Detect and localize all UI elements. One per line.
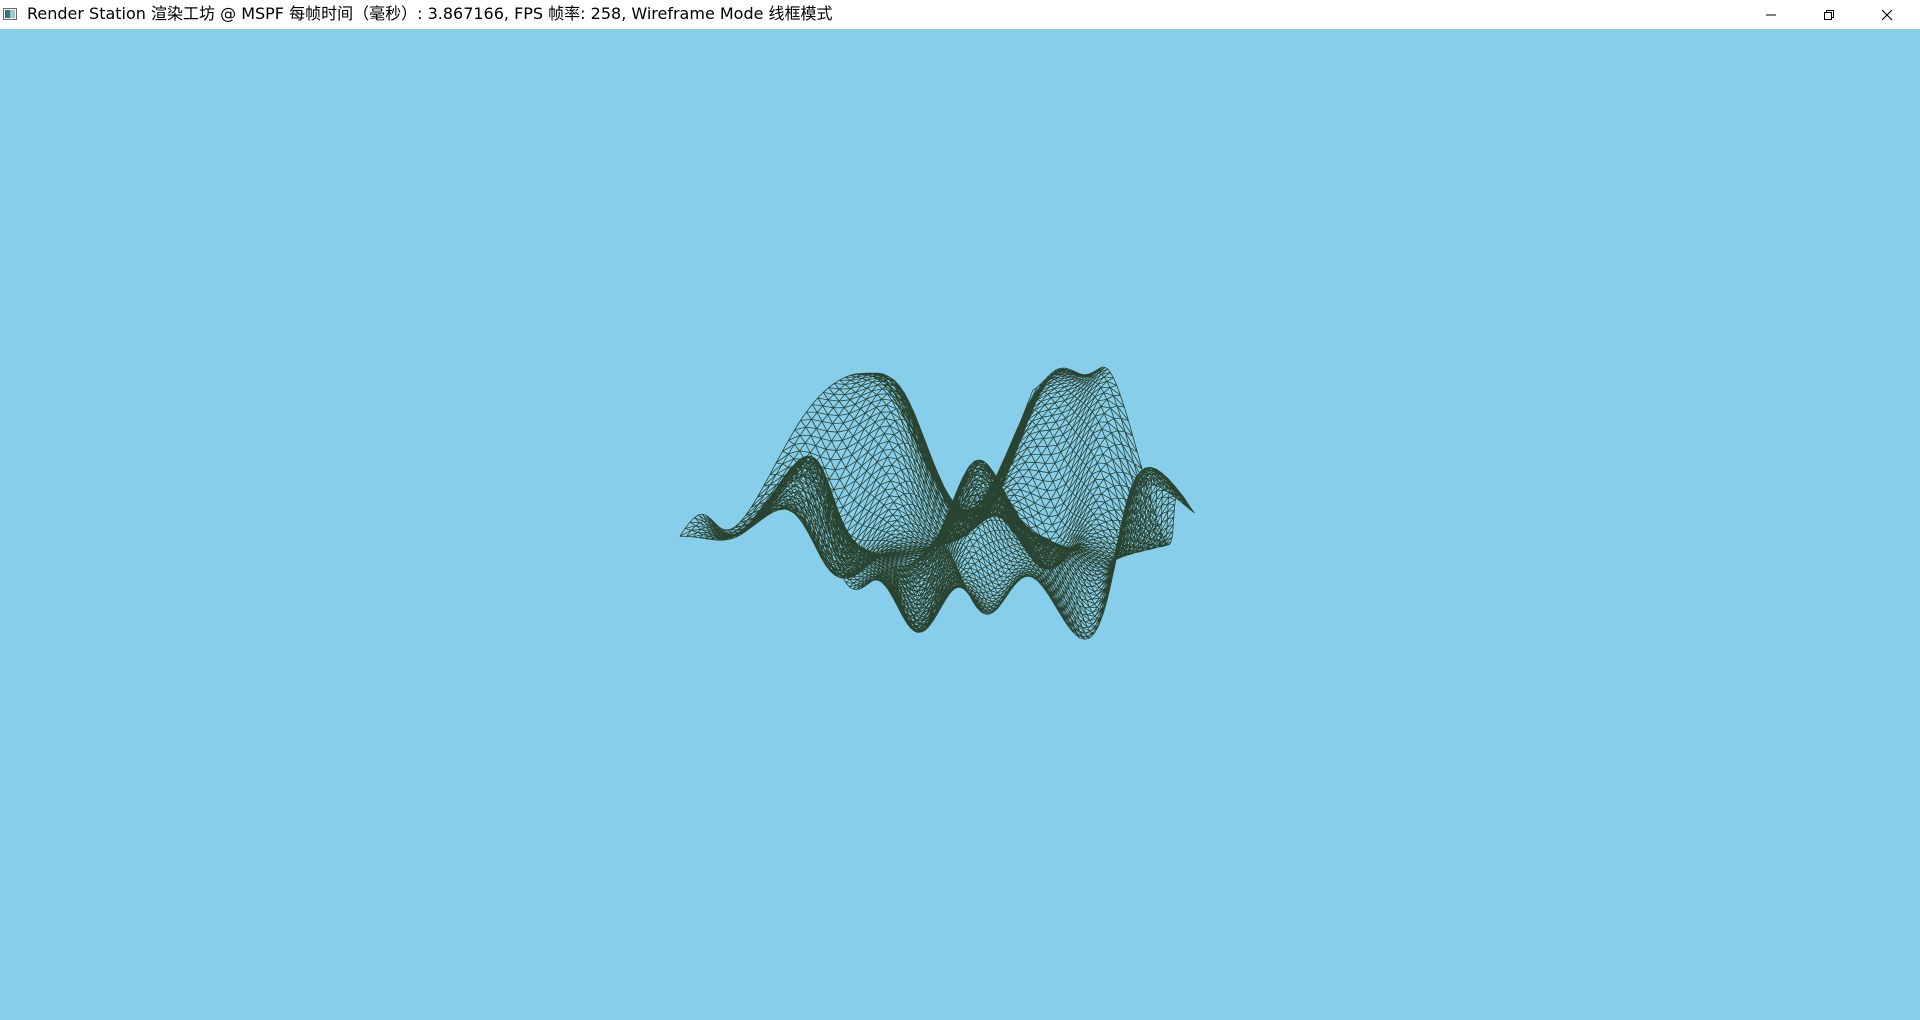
window-title: Render Station 渲染工坊 @ MSPF 每帧时间（毫秒）: 3.8… [27, 4, 833, 23]
close-button[interactable] [1858, 0, 1916, 29]
minimize-button[interactable] [1742, 0, 1800, 29]
render-window: Render Station 渲染工坊 @ MSPF 每帧时间（毫秒）: 3.8… [0, 0, 1920, 1020]
restore-icon [1824, 9, 1834, 20]
mesh-wireframe-lines [679, 366, 1195, 640]
render-viewport[interactable] [0, 29, 1920, 1020]
restore-button[interactable] [1800, 0, 1858, 29]
title-bar[interactable]: Render Station 渲染工坊 @ MSPF 每帧时间（毫秒）: 3.8… [0, 0, 1920, 29]
wireframe-mesh [679, 366, 1195, 640]
close-icon [1881, 9, 1893, 20]
app-icon[interactable] [3, 8, 17, 20]
minimize-icon [1766, 14, 1776, 15]
